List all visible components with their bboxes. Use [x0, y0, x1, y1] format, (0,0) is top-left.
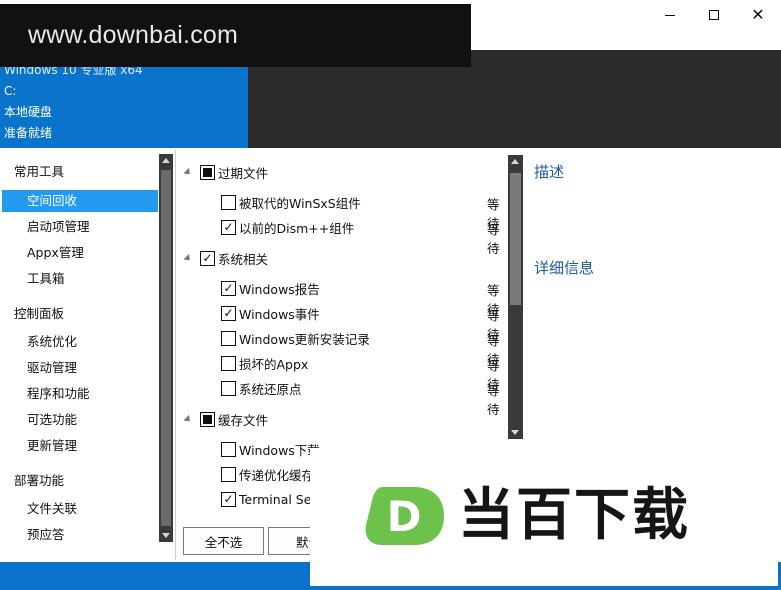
details-title: 详细信息 [534, 259, 595, 277]
sidebar-group-common-tools[interactable]: 常用工具 [14, 161, 64, 180]
checkbox-unchecked[interactable] [221, 441, 236, 457]
tree-item-delivery-optimization[interactable]: 传递优化缓存 [221, 463, 314, 485]
item-label: Windows事件 [239, 306, 320, 322]
sidebar-item-driver-manager[interactable]: 驱动管理 [2, 357, 158, 379]
category-label: 系统相关 [218, 251, 269, 267]
session-status: 准备就绪 [4, 126, 53, 140]
scroll-down-icon[interactable] [511, 430, 519, 435]
sidebar-item-programs-features[interactable]: 程序和功能 [2, 383, 158, 405]
tree-category-system[interactable]: ✓ 系统相关 [183, 247, 269, 269]
description-title: 描述 [534, 163, 565, 181]
scroll-up-icon[interactable] [162, 158, 170, 163]
checkbox-checked[interactable]: ✓ [200, 250, 215, 266]
scroll-up-icon[interactable] [511, 159, 519, 164]
sidebar-item-pre-answer[interactable]: 预应答 [2, 524, 158, 546]
item-label: 损坏的Appx [239, 356, 309, 372]
checkbox-unchecked[interactable] [221, 355, 236, 371]
close-icon: ✕ [751, 5, 765, 24]
sidebar-group-control-panel[interactable]: 控制面板 [14, 303, 64, 322]
checkbox-checked[interactable]: ✓ [221, 491, 236, 507]
checkbox-checked[interactable]: ✓ [221, 219, 236, 235]
item-status: 等待 [487, 383, 500, 417]
sidebar-item-appx-manager[interactable]: Appx管理 [2, 242, 158, 264]
category-label: 过期文件 [218, 165, 269, 181]
sidebar: 常用工具 空间回收 启动项管理 Appx管理 工具箱 控制面板 系统优化 驱动管… [0, 150, 176, 560]
scroll-thumb[interactable] [161, 170, 171, 526]
scroll-thumb[interactable] [510, 173, 521, 305]
tree-item-broken-appx[interactable]: 损坏的Appx [221, 352, 308, 374]
tree-item-windows-events[interactable]: ✓ Windows事件 [221, 302, 320, 324]
sidebar-item-startup-manager[interactable]: 启动项管理 [2, 216, 158, 238]
checkbox-unchecked[interactable] [221, 380, 236, 396]
item-status: 等待 [487, 222, 500, 256]
sidebar-item-toolbox[interactable]: 工具箱 [2, 268, 158, 290]
logo-watermark: D 当百下载 [310, 448, 778, 586]
item-label: Windows更新安装记录 [239, 331, 370, 347]
item-label: Windows报告 [239, 281, 320, 297]
checkbox-unchecked[interactable] [221, 330, 236, 346]
close-button[interactable]: ✕ [736, 0, 780, 30]
checkbox-checked[interactable]: ✓ [221, 280, 236, 296]
tree-item-winsxs[interactable]: 被取代的WinSxS组件 [221, 191, 361, 213]
logo-text: 当百下载 [458, 483, 690, 548]
sidebar-scrollbar[interactable] [159, 154, 173, 542]
maximize-button[interactable] [692, 0, 736, 30]
app-window: ✕ Windows 10 专业版 x64 C: 本地硬盘 准备就绪 www.do… [0, 0, 781, 590]
tree-scrollbar[interactable] [508, 155, 523, 439]
item-label: 系统还原点 [239, 381, 302, 397]
tree-category-cache-files[interactable]: 缓存文件 [183, 408, 269, 430]
tree-item-dism-components[interactable]: ✓ 以前的Dism++组件 [221, 216, 354, 238]
checkbox-partial[interactable] [200, 164, 215, 180]
sidebar-item-system-optimize[interactable]: 系统优化 [2, 331, 158, 353]
sidebar-item-space-recovery[interactable]: 空间回收 [2, 190, 158, 212]
maximize-icon [709, 10, 719, 20]
sidebar-group-deployment[interactable]: 部署功能 [14, 470, 64, 489]
checkbox-partial[interactable] [200, 411, 215, 427]
collapse-caret-icon[interactable] [183, 414, 193, 424]
checkbox-unchecked[interactable] [221, 466, 236, 482]
sidebar-item-update-manager[interactable]: 更新管理 [2, 435, 158, 457]
watermark-banner: www.downbai.com [0, 4, 471, 67]
scroll-down-icon[interactable] [162, 533, 170, 538]
deselect-all-button[interactable]: 全不选 [183, 527, 264, 555]
drive-letter: C: [4, 84, 17, 98]
checkbox-checked[interactable]: ✓ [221, 305, 236, 321]
item-label: 传递优化缓存 [239, 467, 315, 483]
tree-item-update-logs[interactable]: Windows更新安装记录 [221, 327, 370, 349]
tree-item-windows-reports[interactable]: ✓ Windows报告 [221, 277, 320, 299]
tree-item-windows-download[interactable]: Windows下载 [221, 438, 320, 460]
disk-type: 本地硬盘 [4, 105, 53, 119]
collapse-caret-icon[interactable] [183, 167, 193, 177]
sidebar-item-optional-features[interactable]: 可选功能 [2, 409, 158, 431]
logo-d-icon: D [365, 487, 444, 545]
minimize-button[interactable] [648, 0, 692, 30]
item-label: Windows下载 [239, 442, 320, 458]
checkbox-unchecked[interactable] [221, 194, 236, 210]
collapse-caret-icon[interactable] [183, 253, 193, 263]
tree-category-expired-files[interactable]: 过期文件 [183, 161, 269, 183]
logo-mark-letter: D [387, 492, 422, 541]
sidebar-item-file-association[interactable]: 文件关联 [2, 498, 158, 520]
item-label: 以前的Dism++组件 [239, 220, 355, 236]
category-label: 缓存文件 [218, 412, 269, 428]
item-label: 被取代的WinSxS组件 [239, 195, 361, 211]
minimize-icon [665, 14, 675, 16]
tree-item-restore-points[interactable]: 系统还原点 [221, 377, 302, 399]
